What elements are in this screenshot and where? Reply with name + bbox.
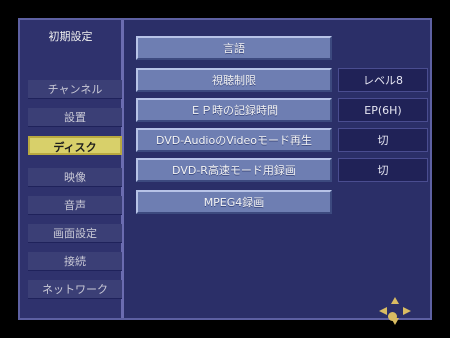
setting-row-dvd-audio-video-mode[interactable]: DVD-AudioのVideoモード再生 切 <box>136 128 428 152</box>
setting-row-language[interactable]: 言語 <box>136 36 332 60</box>
sidebar: 初期設定 チャンネル 設置 ディスク 映像 音声 画面設定 接続 ネットワーク <box>20 20 124 318</box>
sidebar-item-disc[interactable]: ディスク <box>28 136 122 155</box>
parental-control-value: レベル8 <box>338 68 428 92</box>
main-content: 言語 視聴制限 レベル8 ＥＰ時の記録時間 EP(6H) DVD-AudioのV… <box>124 20 430 325</box>
setting-row-dvd-r-highspeed-recording[interactable]: DVD-R高速モード用録画 切 <box>136 158 428 182</box>
dvd-audio-video-mode-value: 切 <box>338 128 428 152</box>
dvd-audio-video-mode-button[interactable]: DVD-AudioのVideoモード再生 <box>136 128 332 152</box>
direction-pad-icon <box>379 297 411 325</box>
dvd-r-highspeed-recording-value: 切 <box>338 158 428 182</box>
setting-row-mpeg4-recording[interactable]: MPEG4録画 <box>136 190 332 214</box>
sidebar-item-audio[interactable]: 音声 <box>28 196 122 215</box>
sidebar-item-network[interactable]: ネットワーク <box>28 280 122 299</box>
setting-row-parental-control[interactable]: 視聴制限 レベル8 <box>136 68 428 92</box>
sidebar-item-connection[interactable]: 接続 <box>28 252 122 271</box>
ep-recording-time-button[interactable]: ＥＰ時の記録時間 <box>136 98 332 122</box>
sidebar-title: 初期設定 <box>48 30 93 43</box>
parental-control-button[interactable]: 視聴制限 <box>136 68 332 92</box>
ep-recording-time-value: EP(6H) <box>338 98 428 122</box>
settings-screen: 初期設定 チャンネル 設置 ディスク 映像 音声 画面設定 接続 ネットワーク … <box>18 18 432 325</box>
select-dot-icon <box>388 312 397 321</box>
dvd-r-highspeed-recording-button[interactable]: DVD-R高速モード用録画 <box>136 158 332 182</box>
sidebar-item-installation[interactable]: 設置 <box>28 108 122 127</box>
mpeg4-recording-button[interactable]: MPEG4録画 <box>136 190 332 214</box>
sidebar-item-channel[interactable]: チャンネル <box>28 80 122 99</box>
sidebar-item-display-settings[interactable]: 画面設定 <box>28 224 122 243</box>
setting-row-ep-recording-time[interactable]: ＥＰ時の記録時間 EP(6H) <box>136 98 428 122</box>
language-button[interactable]: 言語 <box>136 36 332 60</box>
sidebar-item-video[interactable]: 映像 <box>28 168 122 187</box>
